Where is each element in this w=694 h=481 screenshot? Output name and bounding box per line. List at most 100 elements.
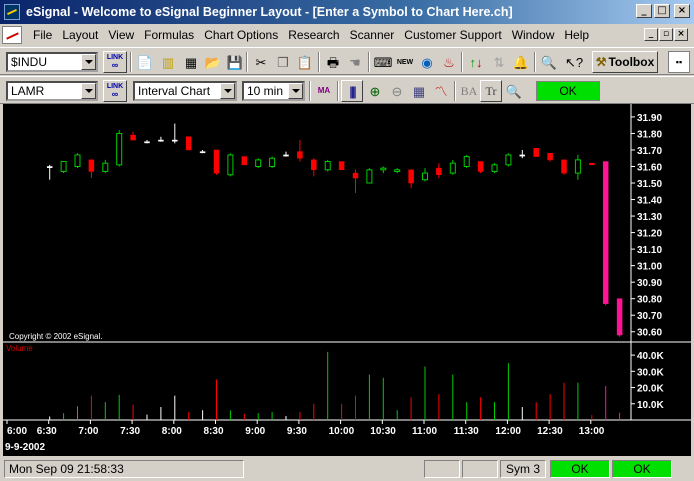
minimize-button[interactable]: _ bbox=[636, 4, 652, 18]
chain-link-icon: ∞ bbox=[111, 89, 119, 99]
toolbar-separator bbox=[130, 52, 132, 72]
time-tick-label: 11:00 bbox=[412, 426, 437, 437]
chart-symbol-combo[interactable]: LAMR bbox=[6, 81, 98, 101]
chart-symbol-value: LAMR bbox=[11, 84, 45, 98]
cut-button[interactable]: ✂ bbox=[250, 51, 272, 73]
title-bar: eSignal - Welcome to eSignal Beginner La… bbox=[0, 0, 694, 24]
quote-window-button[interactable]: ▦ bbox=[180, 51, 202, 73]
candle-body bbox=[255, 159, 262, 167]
overflow-button[interactable]: ▪▪ bbox=[668, 51, 690, 73]
chevron-down-icon[interactable] bbox=[81, 54, 96, 70]
time-tick-label: 9:30 bbox=[287, 426, 307, 437]
menu-help[interactable]: Help bbox=[559, 28, 594, 42]
chart-link-button[interactable]: LINK ∞ bbox=[103, 80, 127, 102]
calendar-button[interactable]: ▦ bbox=[408, 80, 430, 102]
candle-body bbox=[616, 298, 623, 336]
time-tick-label: 9:00 bbox=[245, 426, 265, 437]
alert-bell-button[interactable]: 🔔 bbox=[510, 51, 532, 73]
candle-body bbox=[519, 154, 526, 157]
doc-close-button[interactable]: × bbox=[674, 28, 688, 41]
volume-tick-label: 30.0K bbox=[637, 367, 664, 378]
save-button[interactable]: 💾 bbox=[224, 51, 246, 73]
interval-value: 10 min bbox=[247, 84, 284, 98]
menu-file[interactable]: File bbox=[28, 28, 57, 42]
candle-body bbox=[185, 136, 192, 151]
chart-type-select[interactable]: Interval Chart bbox=[133, 81, 237, 101]
maximize-button[interactable]: □ bbox=[654, 4, 670, 18]
candle-body bbox=[380, 167, 387, 171]
chart-properties-button[interactable]: 〽 bbox=[430, 80, 452, 102]
market-movers-button[interactable]: ♨ bbox=[438, 51, 460, 73]
time-tick-label: 10:30 bbox=[370, 426, 396, 437]
price-tick-label: 31.40 bbox=[637, 196, 662, 207]
menu-chart-options[interactable]: Chart Options bbox=[199, 28, 283, 42]
candle-body bbox=[547, 153, 553, 161]
menu-window[interactable]: Window bbox=[507, 28, 560, 42]
zoom-out-button[interactable]: ⊖ bbox=[386, 80, 408, 102]
menu-layout[interactable]: Layout bbox=[57, 28, 103, 42]
price-tick-label: 30.90 bbox=[637, 278, 662, 289]
bid-ask-button[interactable]: BA bbox=[458, 80, 480, 102]
print-button[interactable]: 🖶 bbox=[322, 51, 344, 73]
time-tick-label: 8:30 bbox=[204, 426, 224, 437]
document-menu-icon[interactable] bbox=[2, 26, 22, 44]
candle-body bbox=[297, 151, 303, 159]
chart-panel[interactable]: 31.90 31.80 31.70 31.60 31.50 31.40 31.30 31.20… bbox=[3, 104, 691, 456]
candle-body bbox=[561, 159, 567, 174]
menu-view[interactable]: View bbox=[103, 28, 139, 42]
up-down-arrows-icon: ↑↓ bbox=[469, 54, 483, 70]
open-folder-button[interactable]: 📂 bbox=[202, 51, 224, 73]
zoom-in-button[interactable]: ⊕ bbox=[364, 80, 386, 102]
chart-ok-indicator: OK bbox=[536, 81, 600, 101]
bid-ask-label: BA bbox=[460, 84, 478, 98]
time-tick-label: 8:00 bbox=[162, 426, 182, 437]
esignal-app-icon[interactable] bbox=[4, 4, 20, 20]
interval-select[interactable]: 10 min bbox=[242, 81, 305, 101]
time-tick-label: 6:30 bbox=[37, 426, 57, 437]
status-bar: Mon Sep 09 21:58:33 Sym 3 OK OK bbox=[0, 458, 694, 481]
volume-label: Volume bbox=[6, 344, 33, 353]
toolbox-button[interactable]: ⚒ Toolbox bbox=[592, 51, 658, 73]
hand-tool-button[interactable]: ☚ bbox=[344, 51, 366, 73]
price-tick-label: 31.50 bbox=[637, 179, 662, 190]
menu-research[interactable]: Research bbox=[283, 28, 344, 42]
chevron-down-icon[interactable] bbox=[288, 83, 303, 99]
studies-button[interactable]: MA bbox=[313, 80, 335, 102]
overflow-dots-icon: ▪▪ bbox=[675, 56, 683, 67]
link-button[interactable]: LINK ∞ bbox=[103, 51, 127, 73]
chevron-down-icon[interactable] bbox=[220, 83, 235, 99]
trades-button[interactable]: Tr bbox=[480, 80, 502, 102]
paste-button[interactable]: 📋 bbox=[294, 51, 316, 73]
up-down-arrows-button[interactable]: ↑↓ bbox=[465, 51, 487, 73]
close-button[interactable]: × bbox=[674, 4, 690, 18]
volume-tick-label: 10.0K bbox=[637, 400, 664, 411]
sort-button[interactable]: ⇅ bbox=[488, 51, 510, 73]
bar-chart-button[interactable]: ▥ bbox=[157, 51, 179, 73]
keyboard-button[interactable]: ⌨ bbox=[372, 51, 394, 73]
menu-scanner[interactable]: Scanner bbox=[345, 28, 400, 42]
flame-icon: ♨ bbox=[443, 54, 455, 70]
help-cursor-button[interactable]: ↖? bbox=[563, 51, 585, 73]
copy-button[interactable]: ❐ bbox=[272, 51, 294, 73]
trades-label: Tr bbox=[485, 84, 497, 98]
new-page-button[interactable]: 📄 bbox=[134, 51, 156, 73]
menu-customer-support[interactable]: Customer Support bbox=[399, 28, 506, 42]
properties-button[interactable]: 🔍 bbox=[503, 80, 525, 102]
toolbar-separator bbox=[368, 52, 370, 72]
bar-style-button[interactable]: |||| bbox=[341, 80, 363, 102]
candle-body bbox=[116, 132, 123, 166]
time-tick-label: 11:30 bbox=[454, 426, 479, 437]
chevron-down-icon[interactable] bbox=[81, 83, 96, 99]
scanner-button[interactable]: ◉ bbox=[416, 51, 438, 73]
doc-minimize-button[interactable]: _ bbox=[644, 28, 658, 41]
paste-icon: 📋 bbox=[296, 54, 314, 70]
news-button[interactable]: NEW bbox=[394, 51, 416, 73]
chart-toolbar: LAMR LINK ∞ Interval Chart 10 min MA |||… bbox=[0, 76, 694, 104]
help-cursor-icon: ↖? bbox=[564, 54, 584, 70]
menu-formulas[interactable]: Formulas bbox=[139, 28, 199, 42]
volume-tick-label: 40.0K bbox=[637, 351, 664, 362]
doc-restore-button[interactable]: ▫ bbox=[659, 28, 673, 41]
symbol-combo[interactable]: $INDU bbox=[6, 52, 98, 72]
candle-body bbox=[269, 157, 276, 167]
search-button[interactable]: 🔍 bbox=[538, 51, 560, 73]
